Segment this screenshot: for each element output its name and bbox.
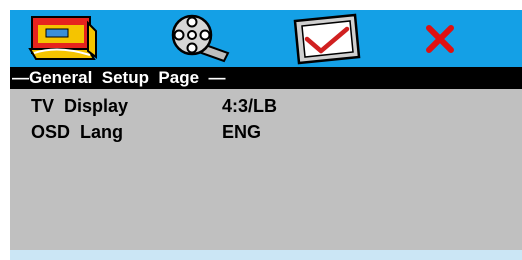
settings-panel: TV Display 4:3/LB OSD Lang ENG [10, 89, 522, 250]
setting-row-tv-display[interactable]: TV Display 4:3/LB [10, 93, 522, 119]
tab-exit[interactable] [414, 12, 466, 66]
setting-label: TV Display [31, 96, 129, 116]
tab-general-setup[interactable] [24, 12, 102, 66]
status-bar [10, 250, 522, 260]
setting-value: ENG [222, 122, 262, 142]
osd-setup-menu: —General Setup Page — TV Display 4:3/LB … [10, 10, 522, 260]
page-title: —General Setup Page — [10, 67, 522, 89]
tab-preference[interactable] [286, 12, 366, 66]
preference-checkmark-icon [289, 13, 363, 65]
exit-x-icon [424, 23, 456, 55]
general-setup-icon [28, 13, 98, 65]
audio-video-reel-icon [166, 13, 230, 65]
setting-row-osd-lang[interactable]: OSD Lang ENG [10, 119, 522, 145]
tab-bar [10, 10, 522, 67]
tab-audio-video[interactable] [162, 12, 234, 66]
setting-label: OSD Lang [31, 122, 124, 142]
setting-value: 4:3/LB [222, 96, 278, 116]
